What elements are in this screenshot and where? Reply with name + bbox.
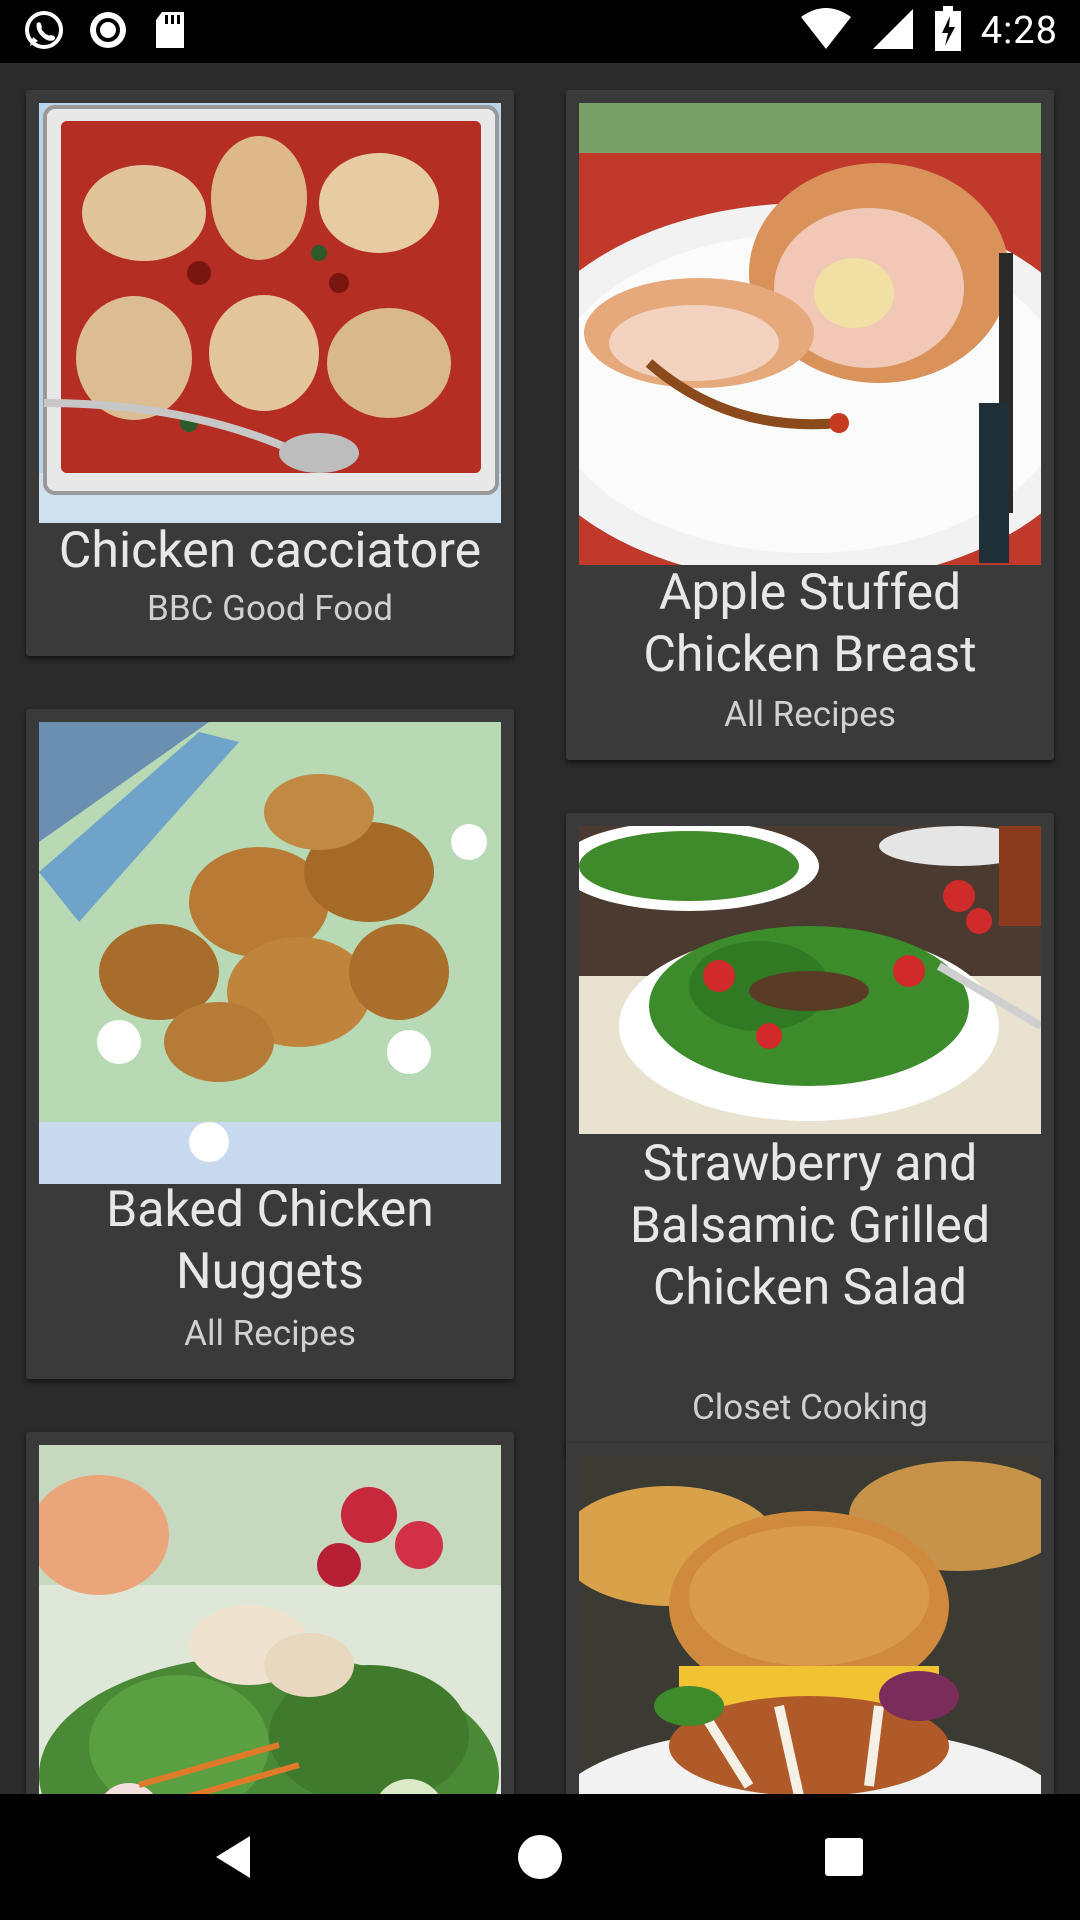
home-icon [518, 1835, 562, 1879]
recipe-card[interactable]: Strawberry and Balsamic Grilled Chicken … [566, 813, 1054, 1453]
recipe-card[interactable]: Chicken cacciatore BBC Good Food [26, 90, 514, 656]
clock: 4:28 [980, 9, 1058, 53]
recipe-title: Apple Stuffed Chicken Breast [643, 564, 977, 684]
record-icon [86, 8, 130, 56]
whatsapp-icon [22, 8, 66, 56]
recipe-title: Chicken cacciatore [58, 522, 482, 580]
recipe-image [39, 103, 501, 523]
recipe-card[interactable] [566, 1443, 1054, 1794]
back-button[interactable] [155, 1794, 315, 1920]
recipe-image [579, 826, 1041, 1134]
recipe-title: Baked Chicken Nuggets [106, 1181, 434, 1301]
recipe-card[interactable]: Baked Chicken Nuggets All Recipes [26, 709, 514, 1379]
recents-icon [825, 1838, 863, 1876]
recipe-grid: Chicken cacciatore BBC Good Food Baked C… [0, 63, 1080, 1794]
recipe-source: Closet Cooking [692, 1387, 928, 1428]
navigation-bar [0, 1794, 1080, 1920]
recipe-source: All Recipes [184, 1313, 356, 1354]
wifi-icon [799, 7, 853, 55]
signal-icon [871, 7, 915, 55]
recipe-title: Strawberry and Balsamic Grilled Chicken … [629, 1135, 991, 1317]
recipe-card[interactable]: Apple Stuffed Chicken Breast All Recipes [566, 90, 1054, 760]
recipe-image [39, 722, 501, 1184]
recents-button[interactable] [764, 1794, 924, 1920]
recipe-source: BBC Good Food [147, 588, 393, 629]
recipe-card[interactable] [26, 1432, 514, 1794]
recipe-image [39, 1445, 501, 1794]
recipe-image [579, 103, 1041, 565]
recipe-image [579, 1456, 1041, 1794]
home-button[interactable] [460, 1794, 620, 1920]
back-icon [216, 1836, 250, 1878]
status-bar: 4:28 [0, 0, 1080, 63]
sd-card-icon [150, 8, 190, 56]
battery-charging-icon [933, 6, 963, 56]
recipe-source: All Recipes [724, 694, 896, 735]
